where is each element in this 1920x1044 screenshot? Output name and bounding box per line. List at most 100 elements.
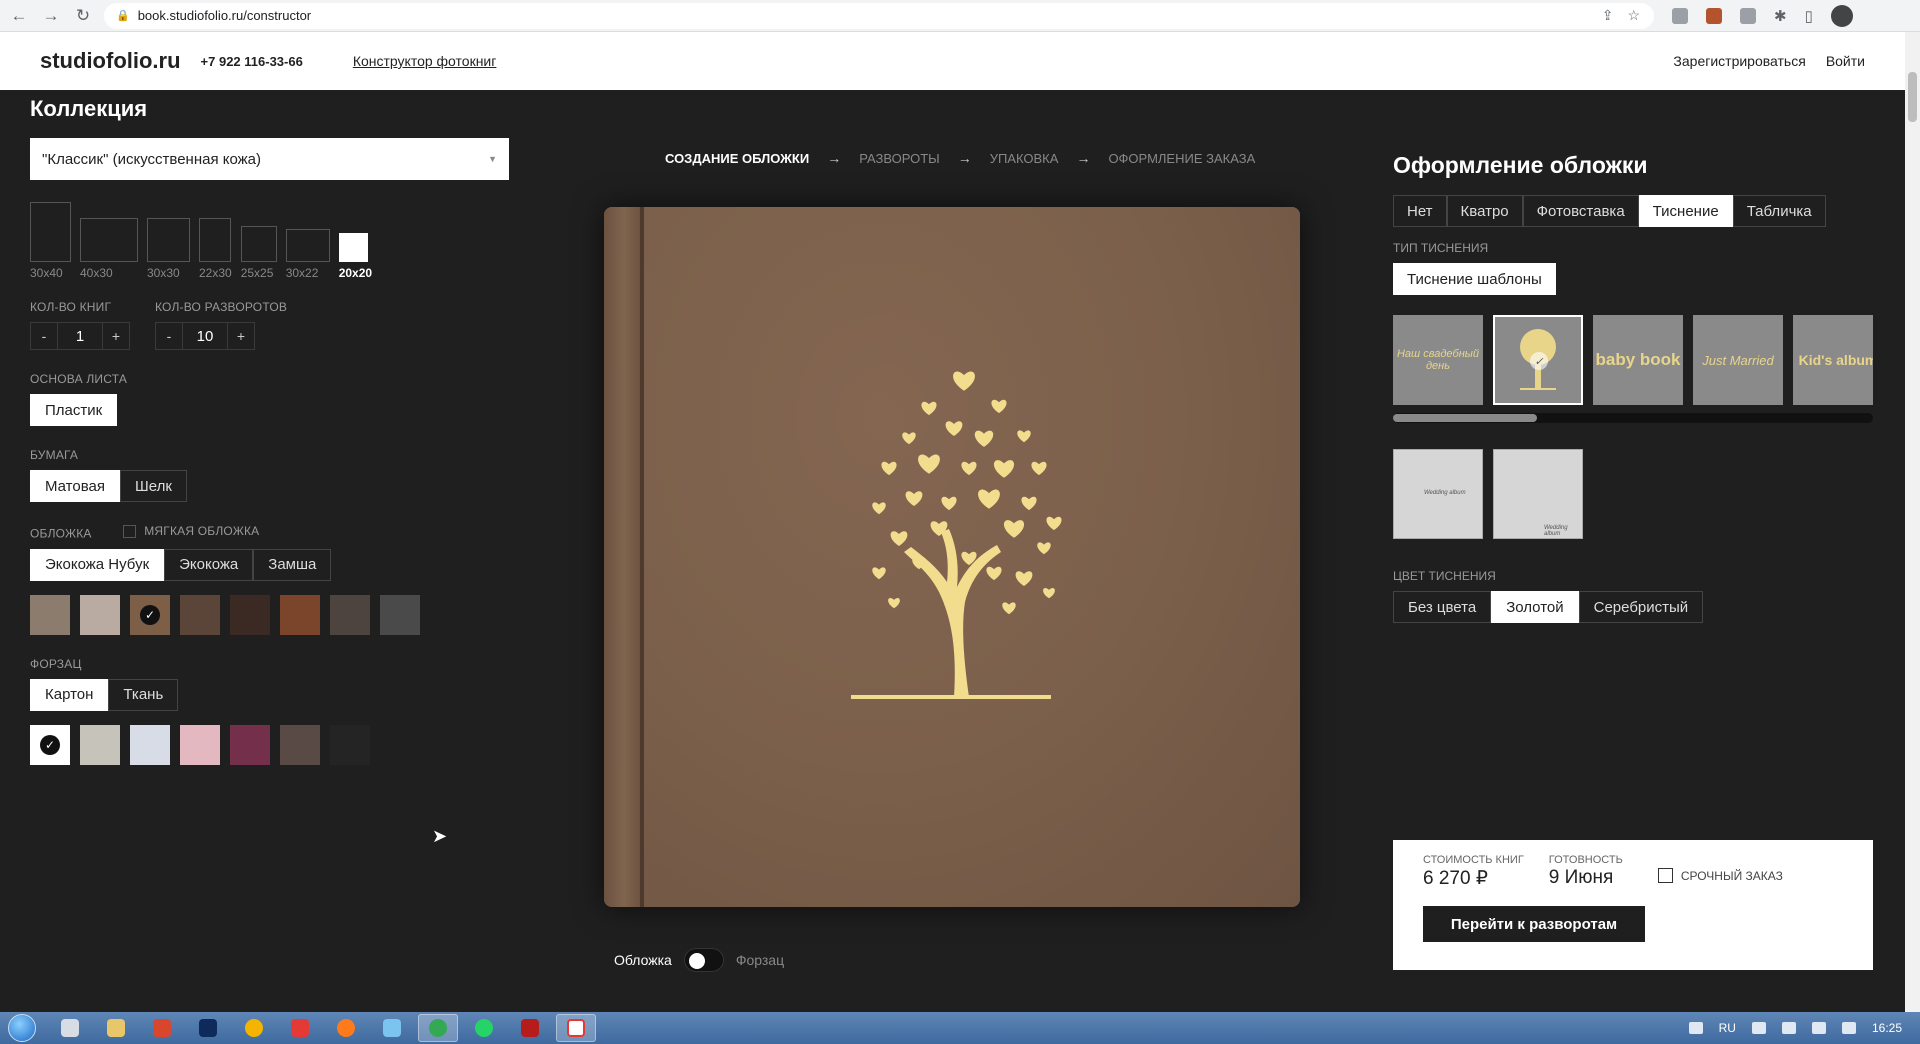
color-swatch[interactable] <box>130 724 170 765</box>
paper-silk-button[interactable]: Шелк <box>120 470 187 502</box>
share-icon[interactable]: ⇪ <box>1602 7 1614 24</box>
emboss-templates-button[interactable]: Тиснение шаблоны <box>1393 263 1556 295</box>
size-option[interactable]: 30x40 <box>30 202 71 280</box>
template-small-thumb[interactable]: Wedding album <box>1493 449 1583 539</box>
spreads-minus-button[interactable]: - <box>155 322 183 350</box>
reload-icon[interactable]: ↻ <box>70 3 96 29</box>
taskbar-app[interactable] <box>188 1014 228 1042</box>
urgent-order-checkbox[interactable]: СРОЧНЫЙ ЗАКАЗ <box>1657 868 1783 883</box>
taskbar-app[interactable] <box>372 1014 412 1042</box>
books-minus-button[interactable]: - <box>30 322 58 350</box>
page-scrollbar[interactable] <box>1905 32 1920 1012</box>
soft-cover-checkbox[interactable]: МЯГКАЯ ОБЛОЖКА <box>123 524 259 538</box>
color-none-button[interactable]: Без цвета <box>1393 591 1492 623</box>
books-value[interactable]: 1 <box>58 322 102 350</box>
color-swatch[interactable] <box>180 594 220 635</box>
carousel-scrollbar[interactable] <box>1393 413 1873 423</box>
size-option[interactable]: 25x25 <box>240 226 277 280</box>
template-thumb-selected[interactable]: ✓ <box>1493 315 1583 405</box>
taskbar-app[interactable] <box>510 1014 550 1042</box>
extension-icon[interactable] <box>1672 7 1688 24</box>
color-swatch[interactable] <box>280 724 320 765</box>
taskbar-app[interactable] <box>464 1014 504 1042</box>
address-bar[interactable]: 🔒 book.studiofolio.ru/constructor ⇪ ☆ <box>104 2 1654 29</box>
color-swatch[interactable] <box>330 724 370 765</box>
color-swatch[interactable] <box>230 724 270 765</box>
color-swatch[interactable] <box>180 724 220 765</box>
taskbar-app[interactable] <box>50 1014 90 1042</box>
tray-icon[interactable] <box>1751 1022 1766 1034</box>
color-swatch[interactable] <box>380 594 420 635</box>
phone-number[interactable]: +7 922 116-33-66 <box>201 54 303 69</box>
volume-icon[interactable] <box>1781 1022 1796 1034</box>
carousel-scrollbar-thumb[interactable] <box>1393 414 1537 422</box>
size-option[interactable]: 40x30 <box>80 218 138 280</box>
profile-avatar[interactable] <box>1830 4 1853 27</box>
books-plus-button[interactable]: + <box>102 322 130 350</box>
base-plastic-button[interactable]: Пластик <box>30 394 118 426</box>
color-swatch[interactable] <box>30 594 70 635</box>
tab-quatro[interactable]: Кватро <box>1446 195 1523 227</box>
cover-nubuck-button[interactable]: Экокожа Нубук <box>30 548 165 581</box>
toggle-cover-label[interactable]: Обложка <box>614 952 672 968</box>
color-silver-button[interactable]: Серебристый <box>1578 591 1704 623</box>
taskbar-app[interactable] <box>326 1014 366 1042</box>
size-option[interactable]: 30x22 <box>285 229 330 280</box>
clock[interactable]: 16:25 <box>1872 1021 1902 1035</box>
size-option[interactable]: 22x30 <box>199 218 232 280</box>
go-to-spreads-button[interactable]: Перейти к разворотам <box>1423 906 1645 942</box>
tray-icon[interactable] <box>1841 1022 1856 1034</box>
back-icon[interactable]: ← <box>6 3 32 29</box>
start-button[interactable] <box>0 1012 44 1044</box>
network-icon[interactable] <box>1811 1022 1826 1034</box>
register-link[interactable]: Зарегистрироваться <box>1673 53 1805 69</box>
tab-plate[interactable]: Табличка <box>1732 195 1826 227</box>
template-thumb[interactable]: Kid's album <box>1793 315 1873 405</box>
endpaper-fabric-button[interactable]: Ткань <box>108 678 179 711</box>
color-swatch-selected[interactable]: ✓ <box>30 724 70 765</box>
step-cover[interactable]: СОЗДАНИЕ ОБЛОЖКИ <box>665 151 809 166</box>
login-link[interactable]: Войти <box>1826 53 1865 69</box>
size-option[interactable]: 30x30 <box>147 218 190 280</box>
extension-icon[interactable] <box>1706 7 1722 24</box>
taskbar-app[interactable] <box>96 1014 136 1042</box>
tab-embossing[interactable]: Тиснение <box>1638 195 1733 227</box>
cover-ecoleather-button[interactable]: Экокожа <box>164 548 254 581</box>
size-option-selected[interactable]: 20x20 <box>338 233 372 280</box>
extension-icon[interactable] <box>1740 7 1756 24</box>
color-swatch[interactable] <box>230 594 270 635</box>
cover-endpaper-toggle[interactable] <box>683 948 724 972</box>
step-packaging[interactable]: УПАКОВКА <box>990 151 1059 166</box>
collection-select[interactable]: "Классик" (искусственная кожа) ▼ <box>30 138 509 180</box>
step-checkout[interactable]: ОФОРМЛЕНИЕ ЗАКАЗА <box>1108 151 1255 166</box>
nav-constructor-link[interactable]: Конструктор фотокниг <box>353 53 497 69</box>
color-swatch-selected[interactable]: ✓ <box>130 594 170 635</box>
language-indicator[interactable]: RU <box>1719 1021 1736 1035</box>
sidepanel-icon[interactable]: ▯ <box>1805 7 1813 25</box>
step-spreads[interactable]: РАЗВОРОТЫ <box>859 151 939 166</box>
bookmark-star-icon[interactable]: ☆ <box>1627 7 1640 24</box>
template-thumb[interactable]: Just Married <box>1693 315 1783 405</box>
spreads-plus-button[interactable]: + <box>227 322 255 350</box>
endpaper-cardboard-button[interactable]: Картон <box>30 678 109 711</box>
color-swatch[interactable] <box>280 594 320 635</box>
color-swatch[interactable] <box>80 594 120 635</box>
tab-photo-insert[interactable]: Фотовставка <box>1522 195 1639 227</box>
taskbar-app[interactable] <box>556 1014 596 1042</box>
forward-icon[interactable]: → <box>38 3 64 29</box>
spreads-value[interactable]: 10 <box>183 322 227 350</box>
color-gold-button[interactable]: Золотой <box>1491 591 1579 623</box>
paper-matte-button[interactable]: Матовая <box>30 470 120 502</box>
template-thumb[interactable]: Наш свадебный день <box>1393 315 1483 405</box>
taskbar-app[interactable] <box>418 1014 458 1042</box>
site-logo[interactable]: studiofolio.ru <box>40 48 181 74</box>
template-thumb[interactable]: baby book <box>1593 315 1683 405</box>
color-swatch[interactable] <box>330 594 370 635</box>
taskbar-app[interactable] <box>234 1014 274 1042</box>
puzzle-icon[interactable]: ✱ <box>1774 7 1787 25</box>
taskbar-app[interactable] <box>280 1014 320 1042</box>
toggle-endpaper-label[interactable]: Форзац <box>736 952 784 968</box>
taskbar-app[interactable] <box>142 1014 182 1042</box>
tab-none[interactable]: Нет <box>1393 195 1447 227</box>
color-swatch[interactable] <box>80 724 120 765</box>
